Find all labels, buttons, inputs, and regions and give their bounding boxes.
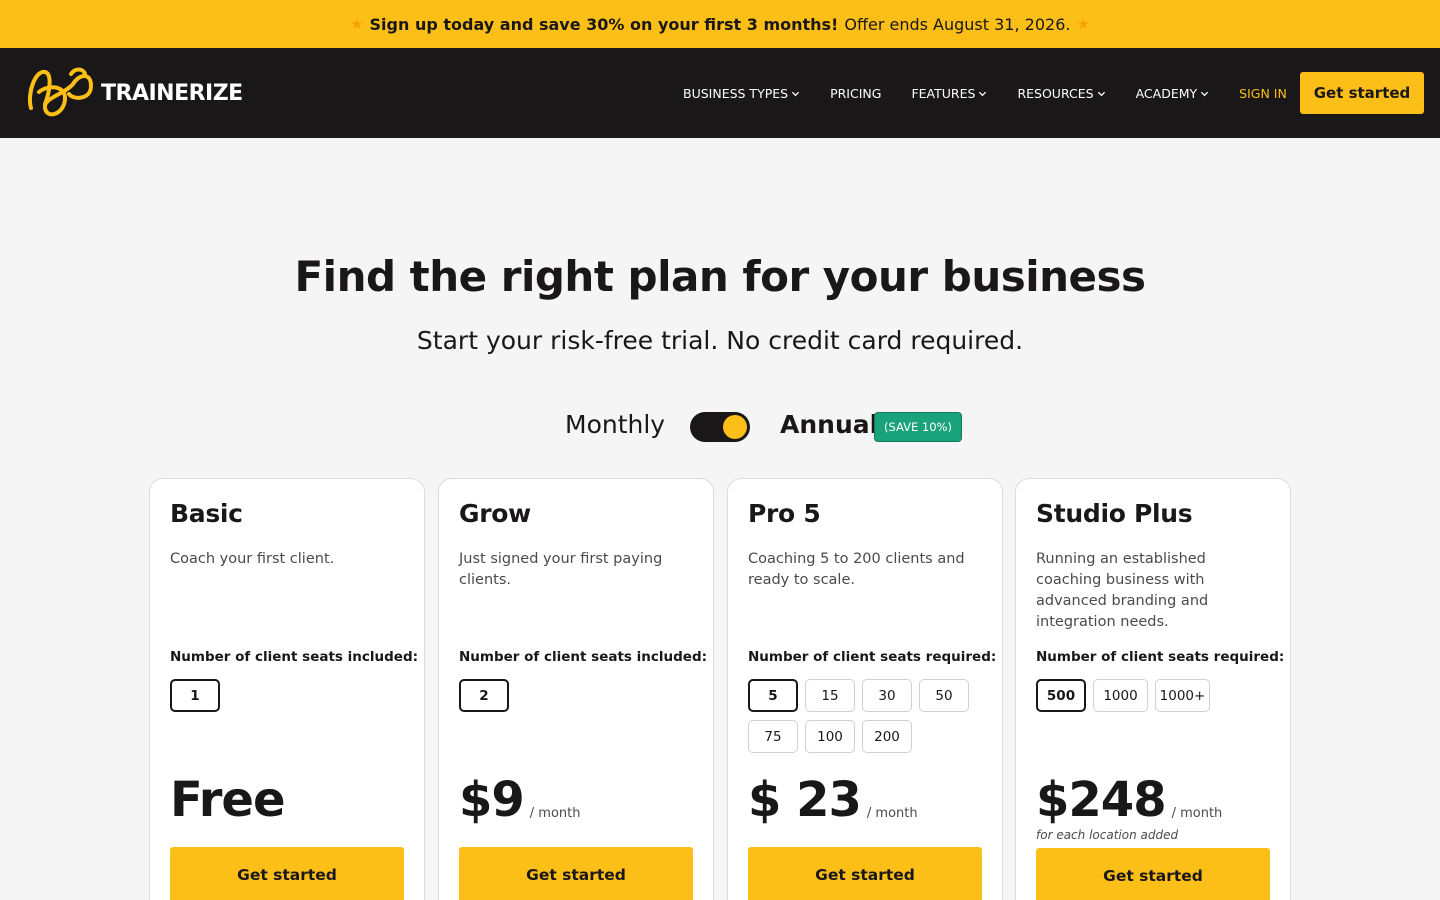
monthly-label[interactable]: Monthly bbox=[565, 410, 665, 439]
seat-options: 5 15 30 50 75 100 200 bbox=[748, 679, 988, 753]
top-navigation: TRAINERIZE BUSINESS TYPES PRICING FEATUR… bbox=[0, 48, 1440, 138]
nav-get-started-button[interactable]: Get started bbox=[1300, 72, 1424, 114]
nav-label: SIGN IN bbox=[1239, 85, 1287, 101]
save-badge: (SAVE 10%) bbox=[874, 412, 962, 442]
promo-headline: Sign up today and save 30% on your first… bbox=[369, 14, 839, 34]
plan-description: Coaching 5 to 200 clients and ready to s… bbox=[748, 551, 965, 588]
price-amount: $9 bbox=[459, 772, 525, 828]
get-started-button[interactable]: Get started bbox=[748, 847, 982, 900]
seat-option[interactable]: 1000 bbox=[1093, 679, 1148, 712]
plan-description: Just signed your first paying clients. bbox=[459, 551, 663, 588]
chevron-down-icon bbox=[979, 91, 987, 96]
seat-options: 1 bbox=[170, 679, 410, 712]
price-amount: $ 23 bbox=[748, 772, 862, 828]
nav-pricing[interactable]: PRICING bbox=[830, 86, 881, 101]
seats-label: Number of client seats required: bbox=[748, 649, 997, 665]
page-title: Find the right plan for your business bbox=[294, 252, 1146, 301]
annual-label[interactable]: Annual bbox=[780, 410, 878, 439]
seat-option[interactable]: 100 bbox=[805, 720, 855, 753]
toggle-knob bbox=[723, 415, 747, 439]
plan-name: Grow bbox=[459, 499, 531, 528]
get-started-button[interactable]: Get started bbox=[459, 847, 693, 900]
seat-option[interactable]: 500 bbox=[1036, 679, 1086, 712]
seat-option[interactable]: 5 bbox=[748, 679, 798, 712]
plan-price: $9 / month bbox=[459, 771, 581, 829]
plan-card-pro-5: Pro 5 Coaching 5 to 200 clients and read… bbox=[727, 478, 1003, 900]
plan-name: Studio Plus bbox=[1036, 499, 1193, 528]
seats-label: Number of client seats required: bbox=[1036, 649, 1285, 665]
chevron-down-icon bbox=[1097, 91, 1105, 96]
get-started-button[interactable]: Get started bbox=[170, 847, 404, 900]
plan-price: Free bbox=[170, 771, 285, 829]
nav-links: BUSINESS TYPES PRICING FEATURES RESOURCE… bbox=[683, 48, 1317, 138]
promo-offer-text: Offer ends August 31, 2026. bbox=[844, 14, 1071, 34]
chevron-down-icon bbox=[1201, 91, 1209, 96]
nav-business-types[interactable]: BUSINESS TYPES bbox=[683, 86, 800, 101]
chevron-down-icon bbox=[791, 91, 800, 96]
seat-option[interactable]: 1 bbox=[170, 679, 220, 712]
nav-academy[interactable]: ACADEMY bbox=[1136, 86, 1210, 101]
price-period: / month bbox=[1171, 806, 1223, 821]
seat-option[interactable]: 50 bbox=[919, 679, 969, 712]
price-note: for each location added bbox=[1036, 828, 1179, 842]
plan-name: Pro 5 bbox=[748, 499, 821, 528]
brand-name: TRAINERIZE bbox=[101, 80, 243, 106]
nav-resources[interactable]: RESOURCES bbox=[1017, 86, 1105, 101]
page-subtitle: Start your risk-free trial. No credit ca… bbox=[416, 326, 1024, 355]
seat-option[interactable]: 75 bbox=[748, 720, 798, 753]
price-period: / month bbox=[866, 806, 918, 821]
star-icon: ★ bbox=[350, 15, 364, 33]
plan-price: $ 23 / month bbox=[748, 771, 918, 829]
price-amount: Free bbox=[170, 772, 285, 828]
trainerize-logo-icon bbox=[28, 67, 94, 117]
promo-banner: ★ Sign up today and save 30% on your fir… bbox=[0, 0, 1440, 48]
plan-description: Running an established coaching business… bbox=[1036, 551, 1209, 630]
nav-label: PRICING bbox=[830, 85, 882, 101]
seat-option[interactable]: 15 bbox=[805, 679, 855, 712]
price-amount: $248 bbox=[1036, 772, 1167, 828]
nav-label: ACADEMY bbox=[1135, 85, 1198, 101]
seat-option[interactable]: 1000+ bbox=[1155, 679, 1210, 712]
star-icon: ★ bbox=[1076, 15, 1090, 33]
seat-option[interactable]: 2 bbox=[459, 679, 509, 712]
billing-toggle[interactable] bbox=[690, 412, 750, 442]
seats-label: Number of client seats included: bbox=[459, 649, 708, 665]
plan-price: $248 / month bbox=[1036, 771, 1222, 829]
seats-label: Number of client seats included: bbox=[170, 649, 419, 665]
plan-card-grow: Grow Just signed your first paying clien… bbox=[438, 478, 714, 900]
nav-label: FEATURES bbox=[911, 85, 976, 101]
seat-option[interactable]: 200 bbox=[862, 720, 912, 753]
plan-card-basic: Basic Coach your first client. Number of… bbox=[149, 478, 425, 900]
seat-options: 500 1000 1000+ bbox=[1036, 679, 1276, 712]
trainerize-logo[interactable]: TRAINERIZE bbox=[25, 64, 243, 122]
nav-label: BUSINESS TYPES bbox=[683, 85, 789, 101]
plan-description: Coach your first client. bbox=[170, 551, 335, 567]
nav-label: RESOURCES bbox=[1017, 85, 1094, 101]
price-period: / month bbox=[529, 806, 581, 821]
plan-name: Basic bbox=[170, 499, 243, 528]
nav-sign-in[interactable]: SIGN IN bbox=[1239, 86, 1287, 101]
nav-features[interactable]: FEATURES bbox=[911, 86, 987, 101]
plan-card-studio-plus: Studio Plus Running an established coach… bbox=[1015, 478, 1291, 900]
seat-option[interactable]: 30 bbox=[862, 679, 912, 712]
seat-options: 2 bbox=[459, 679, 699, 712]
billing-period-switch: Monthly Annual (SAVE 10%) bbox=[0, 410, 1440, 444]
get-started-button[interactable]: Get started bbox=[1036, 848, 1270, 900]
